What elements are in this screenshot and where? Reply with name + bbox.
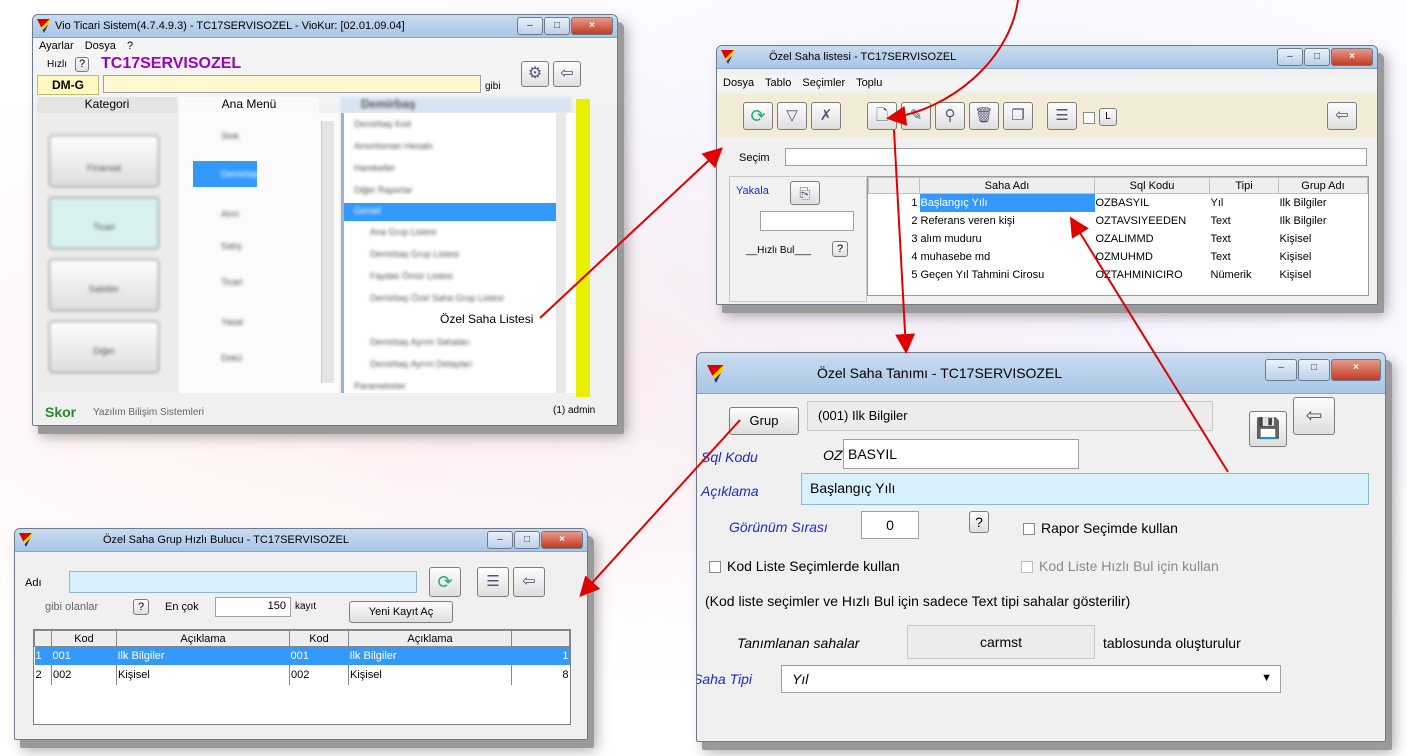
arrow-grup-to-group-window bbox=[579, 419, 741, 597]
arrow-top-curve bbox=[886, 0, 1019, 126]
arrow-aciklama-to-row bbox=[1069, 216, 1229, 473]
annotation-arrows bbox=[539, 0, 1229, 597]
arrow-tree-to-list bbox=[539, 147, 723, 319]
arrow-list-to-definition bbox=[893, 129, 916, 354]
